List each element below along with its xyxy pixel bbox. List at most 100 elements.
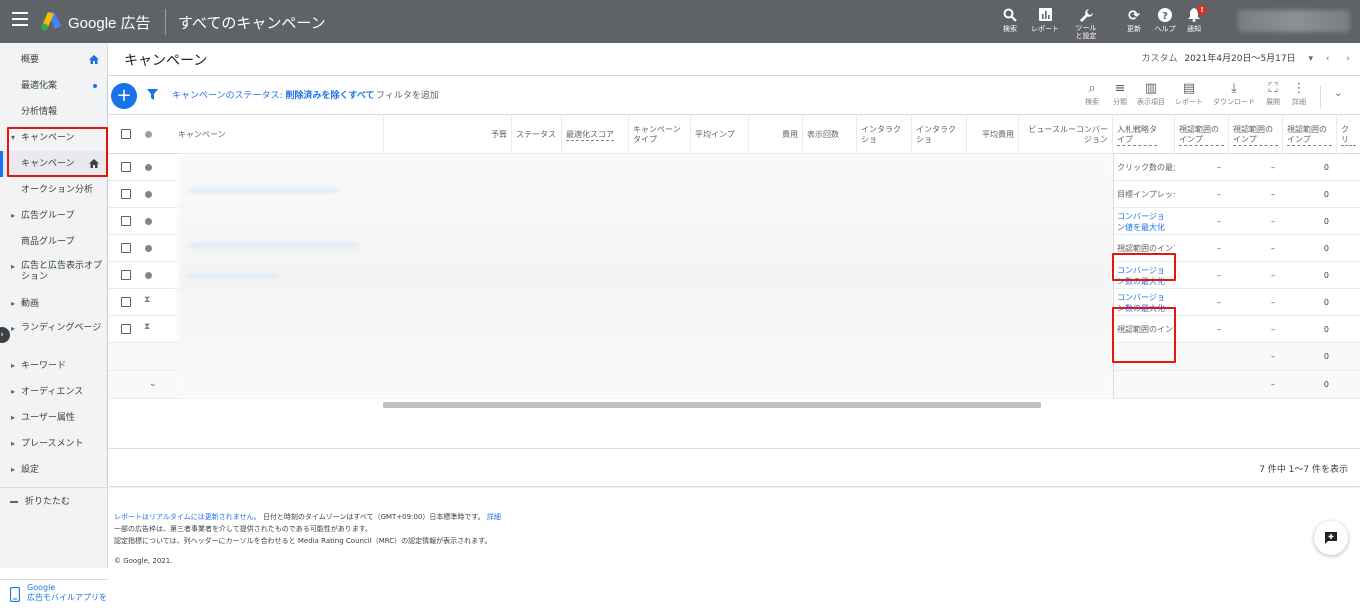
column-header-opt-score[interactable]: 最適化スコア [562,115,629,155]
chevron-left-icon[interactable]: ‹ [1326,54,1330,64]
column-header-avg-imp[interactable]: 平均インプ [691,115,749,155]
divider [108,448,1360,449]
hamburger-menu-icon[interactable] [12,12,28,26]
metric-cell: – [1271,271,1275,280]
chevron-down-icon[interactable]: ⌄ [149,379,157,389]
column-header-viewable-imp-1[interactable]: 視認範囲のインプ [1175,115,1229,155]
highlight-box [7,127,108,177]
metric-cell: – [1217,298,1221,307]
highlight-box [1112,253,1176,281]
details-link[interactable]: 詳細 [487,513,501,521]
sidebar-collapse-button[interactable]: 折りたたむ [0,489,107,515]
sidebar-item-landing-pages[interactable]: ランディングページ [0,321,107,347]
topbar-notifications-button[interactable]: ! 通知 [1174,5,1214,34]
add-campaign-button[interactable]: + [111,83,137,109]
row-checkbox[interactable] [121,297,131,307]
status-dot [145,191,152,198]
status-filter-chip[interactable]: キャンペーンのステータス: 削除済みを除くすべて [172,88,374,101]
metric-cell: – [1271,190,1275,199]
column-header-impressions[interactable]: 表示回数 [803,115,857,155]
header-label: 視認範囲のインプ [1179,125,1224,146]
sidebar-item-ad-groups[interactable]: 広告グループ [0,203,107,229]
sidebar-item-insights[interactable]: 分析情報 [0,99,107,125]
sidebar-item-product-groups[interactable]: 商品グループ [0,229,107,255]
row-checkbox[interactable] [121,324,131,334]
topbar-tools-button[interactable]: ツールと設定 [1066,8,1106,40]
chevron-right-icon[interactable]: › [1346,54,1350,64]
topbar-search-button[interactable]: 検索 [990,8,1030,34]
sidebar-item-settings[interactable]: 設定 [0,457,107,483]
sidebar-item-recommendations[interactable]: 最適化案 [0,73,107,99]
column-header-campaign[interactable]: キャンペーン [174,115,384,155]
bid-strategy-cell: クリック数の最大化 [1117,163,1175,172]
column-header-interactions[interactable]: インタラクショ [857,115,912,155]
column-header-campaign-type[interactable]: キャンペーンタイプ [629,115,691,155]
total-cell: – [1271,380,1275,389]
column-header-clicks[interactable]: クリ [1337,115,1360,155]
more-icon: ⋮ [1292,81,1306,96]
brand-name: Google 広告 [68,15,151,32]
horizontal-scrollbar[interactable] [383,402,1041,408]
filter-value: 削除済みを除くすべて [285,91,375,101]
footer-line-1: レポートはリアルタイムには更新されません。 日付と時刻のタイムゾーンはすべて（G… [114,511,501,523]
main-content: キャンペーン カスタム 2021年4月20日～5月17日 ▾ ‹ › + キャン… [108,43,1360,568]
account-info-blurred[interactable] [1238,10,1350,32]
bid-strategy-cell[interactable]: コンバージョン値を最大化 [1113,208,1175,235]
header-label: 視認範囲のインプ [1233,125,1278,146]
column-header-bid-strategy-type[interactable]: 入札戦略タイプ [1113,115,1175,155]
report-icon: ▤ [1182,81,1196,96]
row-checkbox[interactable] [121,162,131,172]
sidebar-item-placements[interactable]: プレースメント [0,431,107,457]
metric-cell: – [1217,271,1221,280]
campaign-table-card: + キャンペーンのステータス: 削除済みを除くすべて フィルタを追加 ⌕ 検索 ≡… [108,76,1360,486]
add-filter-button[interactable]: フィルタを追加 [376,88,439,101]
sidebar-item-ads-extensions[interactable]: 広告と広告表示オプション [0,259,107,285]
realtime-notice-link[interactable]: レポートはリアルタイムには更新されません。 [114,513,261,521]
segment-button[interactable]: ≡ 分類 [1104,81,1136,107]
download-button[interactable]: ⤓ ダウンロード [1211,81,1257,107]
status-header-icon [145,131,152,138]
svg-text:?: ? [1162,11,1168,22]
sidebar-item-videos[interactable]: 動画 [0,291,107,317]
more-button[interactable]: ⋮ 詳細 [1283,81,1315,107]
metric-cell: – [1217,244,1221,253]
mobile-app-promo[interactable]: Google 広告モバイルアプリを [0,579,107,611]
sidebar-item-demographics[interactable]: ユーザー属性 [0,405,107,431]
chevron-down-icon[interactable]: ⌄ [1334,88,1342,99]
column-header-status[interactable]: ステータス [512,115,562,155]
filter-label: キャンペーンのステータス: [172,91,283,101]
dropdown-arrow-icon[interactable]: ▾ [1309,54,1314,64]
highlight-box [1112,307,1176,363]
date-range-picker[interactable]: カスタム 2021年4月20日～5月17日 ▾ ‹ › [1141,51,1350,64]
row-checkbox[interactable] [121,216,131,226]
total-cell: 0 [1323,352,1329,361]
column-header-viewable-imp-3[interactable]: 視認範囲のインプ [1283,115,1337,155]
select-all-checkbox[interactable] [121,129,131,139]
sidebar-item-overview[interactable]: 概要 [0,47,107,73]
sidebar-item-keywords[interactable]: キーワード [0,353,107,379]
column-header-cost[interactable]: 費用 [749,115,803,155]
topbar-report-button[interactable]: レポート [1025,8,1065,34]
metric-cell: – [1271,244,1275,253]
column-header-avg-cost[interactable]: 平均費用 [967,115,1019,155]
sidebar-item-audiences[interactable]: オーディエンス [0,379,107,405]
redacted-link [188,189,338,192]
column-header-view-through-conv[interactable]: ビュースルーコンバージョン [1019,115,1113,155]
total-cell: – [1271,352,1275,361]
feedback-button[interactable] [1314,521,1348,555]
tool-label: ダウンロード [1213,98,1255,106]
home-icon [89,55,99,64]
sidebar-item-auction-insights[interactable]: オークション分析 [0,177,107,203]
column-header-interaction-rate[interactable]: インタラクショ [912,115,967,155]
row-checkbox[interactable] [121,189,131,199]
status-dot [145,218,152,225]
filter-icon[interactable] [147,89,158,100]
columns-button[interactable]: ▥ 表示項目 [1135,81,1167,107]
column-header-viewable-imp-2[interactable]: 視認範囲のインプ [1229,115,1283,155]
column-header-budget[interactable]: 予算 [384,115,512,155]
sidebar-item-label: 折りたたむ [25,497,71,507]
row-checkbox[interactable] [121,243,131,253]
table-report-button[interactable]: ▤ レポート [1173,81,1205,107]
download-icon: ⤓ [1231,81,1237,96]
row-checkbox[interactable] [121,270,131,280]
